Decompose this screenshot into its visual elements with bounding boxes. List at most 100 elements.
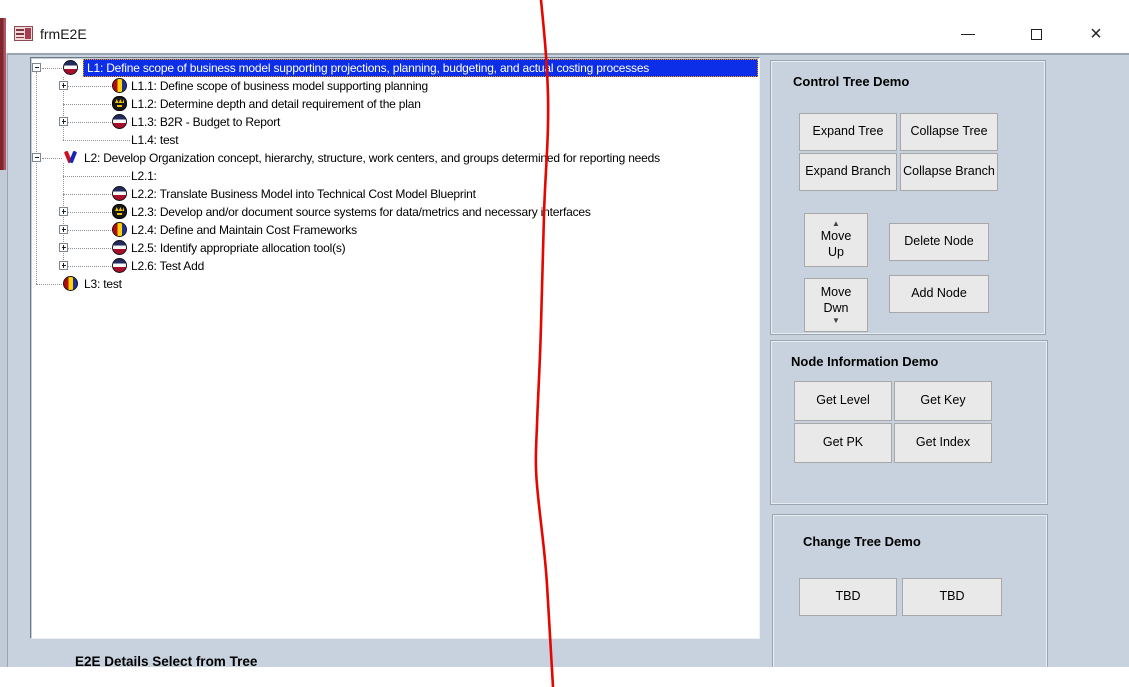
tree-connector	[68, 212, 111, 213]
tree-connector	[68, 266, 111, 267]
minimize-icon	[961, 33, 975, 35]
maximize-button[interactable]	[1021, 22, 1051, 46]
panel-title: Node Information Demo	[791, 354, 939, 369]
tree-row[interactable]: L2.4: Define and Maintain Cost Framework…	[31, 221, 759, 239]
expand-tree-button[interactable]: Expand Tree	[799, 113, 897, 151]
plus-glyph	[63, 119, 64, 124]
tree-node-label: L2: Develop Organization concept, hierar…	[84, 151, 660, 165]
circle-h-icon	[63, 60, 78, 75]
plus-glyph	[63, 263, 64, 268]
collapse-branch-button[interactable]: Collapse Branch	[900, 153, 998, 191]
tree-node-label: L1.4: test	[131, 133, 179, 147]
tree-connector	[63, 176, 130, 177]
tree-node-label: L2.3: Develop and/or document source sys…	[131, 205, 591, 219]
tree-connector	[63, 194, 111, 195]
plus-glyph	[63, 245, 64, 250]
move-up-button[interactable]: ▲ Move Up	[804, 213, 868, 267]
tree-row[interactable]: L1.3: B2R - Budget to Report	[31, 113, 759, 131]
expand-toggle[interactable]	[59, 81, 68, 90]
minimize-button[interactable]	[953, 22, 983, 46]
circle-h-icon	[112, 114, 127, 129]
collapse-toggle[interactable]	[32, 153, 41, 162]
tree-connector	[42, 158, 62, 159]
expand-toggle[interactable]	[59, 225, 68, 234]
tree-row[interactable]: L1.4: test	[31, 131, 759, 149]
tree-row[interactable]: L2.2: Translate Business Model into Tech…	[31, 185, 759, 203]
tbd-button-2[interactable]: TBD	[902, 578, 1002, 616]
tree-connector	[68, 122, 111, 123]
access-form-icon	[14, 26, 33, 41]
expand-toggle[interactable]	[59, 261, 68, 270]
panel-title: Change Tree Demo	[803, 534, 921, 549]
close-icon: ×	[1090, 23, 1102, 45]
expand-toggle[interactable]	[59, 207, 68, 216]
panel-node-information-demo: Node Information Demo Get Level Get Key …	[770, 340, 1048, 505]
panel-control-tree-demo: Control Tree Demo Expand Tree Collapse T…	[770, 60, 1046, 335]
plus-glyph	[63, 83, 64, 88]
minus-glyph	[35, 157, 39, 158]
delete-node-button[interactable]: Delete Node	[889, 223, 989, 261]
maximize-icon	[1030, 28, 1042, 40]
expand-branch-button[interactable]: Expand Branch	[799, 153, 897, 191]
background-window-edge	[0, 18, 6, 170]
tree-connector	[63, 104, 111, 105]
circle-v-icon	[112, 222, 127, 237]
tbd-button-1[interactable]: TBD	[799, 578, 897, 616]
close-button[interactable]: ×	[1081, 22, 1111, 46]
collapse-tree-button[interactable]: Collapse Tree	[900, 113, 998, 151]
bomb-icon	[112, 96, 127, 111]
bomb-icon	[112, 204, 127, 219]
circle-h-icon	[112, 186, 127, 201]
tree-row[interactable]: L1: Define scope of business model suppo…	[31, 59, 759, 77]
window-title: frmE2E	[40, 26, 87, 42]
tree-connector	[68, 86, 111, 87]
plus-glyph	[63, 227, 64, 232]
tree-row[interactable]: L2: Develop Organization concept, hierar…	[31, 149, 759, 167]
tree-row[interactable]: L2.1:	[31, 167, 759, 185]
tree-row[interactable]: L3: test	[31, 275, 759, 293]
circle-h-icon	[112, 240, 127, 255]
tree-node-label: L1: Define scope of business model suppo…	[83, 59, 758, 77]
get-level-button[interactable]: Get Level	[794, 381, 892, 421]
footer-label: E2E Details Select from Tree	[75, 654, 258, 667]
circle-v-icon	[112, 78, 127, 93]
tree-node-label: L2.1:	[131, 169, 157, 183]
move-down-button[interactable]: Move Dwn ▼	[804, 278, 868, 332]
tree-connector	[36, 284, 62, 285]
tree-row[interactable]: L1.1: Define scope of business model sup…	[31, 77, 759, 95]
tree-node-label: L3: test	[84, 277, 122, 291]
expand-toggle[interactable]	[59, 243, 68, 252]
circle-h-icon	[112, 258, 127, 273]
circle-v-icon	[63, 276, 78, 291]
tree-connector	[42, 68, 62, 69]
vcheck-icon	[63, 150, 78, 165]
panel-title: Control Tree Demo	[793, 74, 910, 89]
up-arrow-icon: ▲	[832, 218, 840, 228]
tree-node-label: L1.3: B2R - Budget to Report	[131, 115, 281, 129]
get-pk-button[interactable]: Get PK	[794, 423, 892, 463]
tree-node-label: L2.2: Translate Business Model into Tech…	[131, 187, 476, 201]
move-up-label: Move Up	[820, 228, 852, 259]
tree-row[interactable]: L2.3: Develop and/or document source sys…	[31, 203, 759, 221]
tree-node-label: L1.2: Determine depth and detail require…	[131, 97, 421, 111]
tree-row[interactable]: L2.6: Test Add	[31, 257, 759, 275]
plus-glyph	[63, 209, 64, 214]
panel-change-tree-demo: Change Tree Demo TBD TBD	[772, 514, 1048, 667]
collapse-toggle[interactable]	[32, 63, 41, 72]
get-index-button[interactable]: Get Index	[894, 423, 992, 463]
tree-node-label: L2.6: Test Add	[131, 259, 205, 273]
title-bar: frmE2E ×	[0, 0, 1129, 53]
tree-view[interactable]: L1: Define scope of business model suppo…	[30, 57, 760, 639]
tree-row[interactable]: L1.2: Determine depth and detail require…	[31, 95, 759, 113]
tree-row[interactable]: L2.5: Identify appropriate allocation to…	[31, 239, 759, 257]
tree-node-label: L2.5: Identify appropriate allocation to…	[131, 241, 346, 255]
tree-node-label: L2.4: Define and Maintain Cost Framework…	[131, 223, 357, 237]
get-key-button[interactable]: Get Key	[894, 381, 992, 421]
tree-connector	[68, 248, 111, 249]
expand-toggle[interactable]	[59, 117, 68, 126]
move-down-label: Move Dwn	[820, 284, 852, 315]
down-arrow-icon: ▼	[832, 316, 840, 326]
add-node-button[interactable]: Add Node	[889, 275, 989, 313]
minus-glyph	[35, 67, 39, 68]
tree-connector	[68, 230, 111, 231]
